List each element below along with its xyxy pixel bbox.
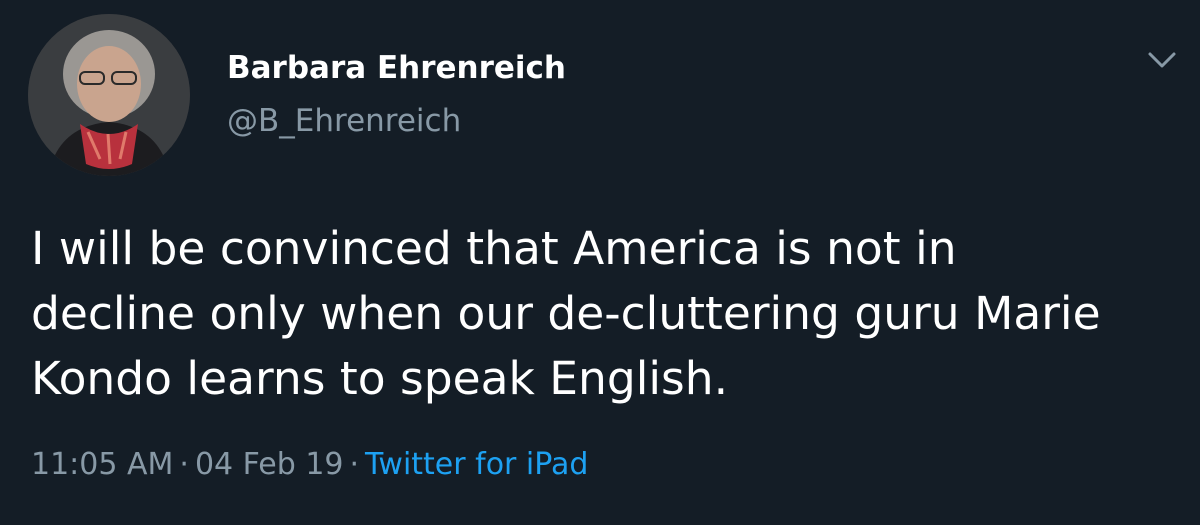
avatar[interactable]	[28, 14, 190, 176]
tweet-card: Barbara Ehrenreich @B_Ehrenreich I will …	[0, 0, 1200, 525]
meta-separator: ·	[349, 447, 360, 482]
tweet-text: I will be convinced that America is not …	[31, 216, 1181, 411]
tweet-time[interactable]: 11:05 AM	[31, 447, 173, 482]
display-name[interactable]: Barbara Ehrenreich	[227, 50, 566, 86]
chevron-down-icon[interactable]	[1144, 42, 1180, 78]
tweet-text-line: Kondo learns to speak English.	[31, 352, 729, 405]
tweet-source-link[interactable]: Twitter for iPad	[365, 447, 588, 482]
tweet-meta: 11:05 AM · 04 Feb 19 · Twitter for iPad	[31, 447, 588, 482]
profile-photo-icon	[28, 14, 190, 176]
meta-separator: ·	[179, 447, 189, 482]
tweet-date[interactable]: 04 Feb 19	[195, 447, 344, 482]
tweet-text-line: decline only when our de-cluttering guru…	[31, 287, 1101, 340]
user-handle[interactable]: @B_Ehrenreich	[227, 103, 461, 139]
tweet-text-line: I will be convinced that America is not …	[31, 222, 957, 275]
